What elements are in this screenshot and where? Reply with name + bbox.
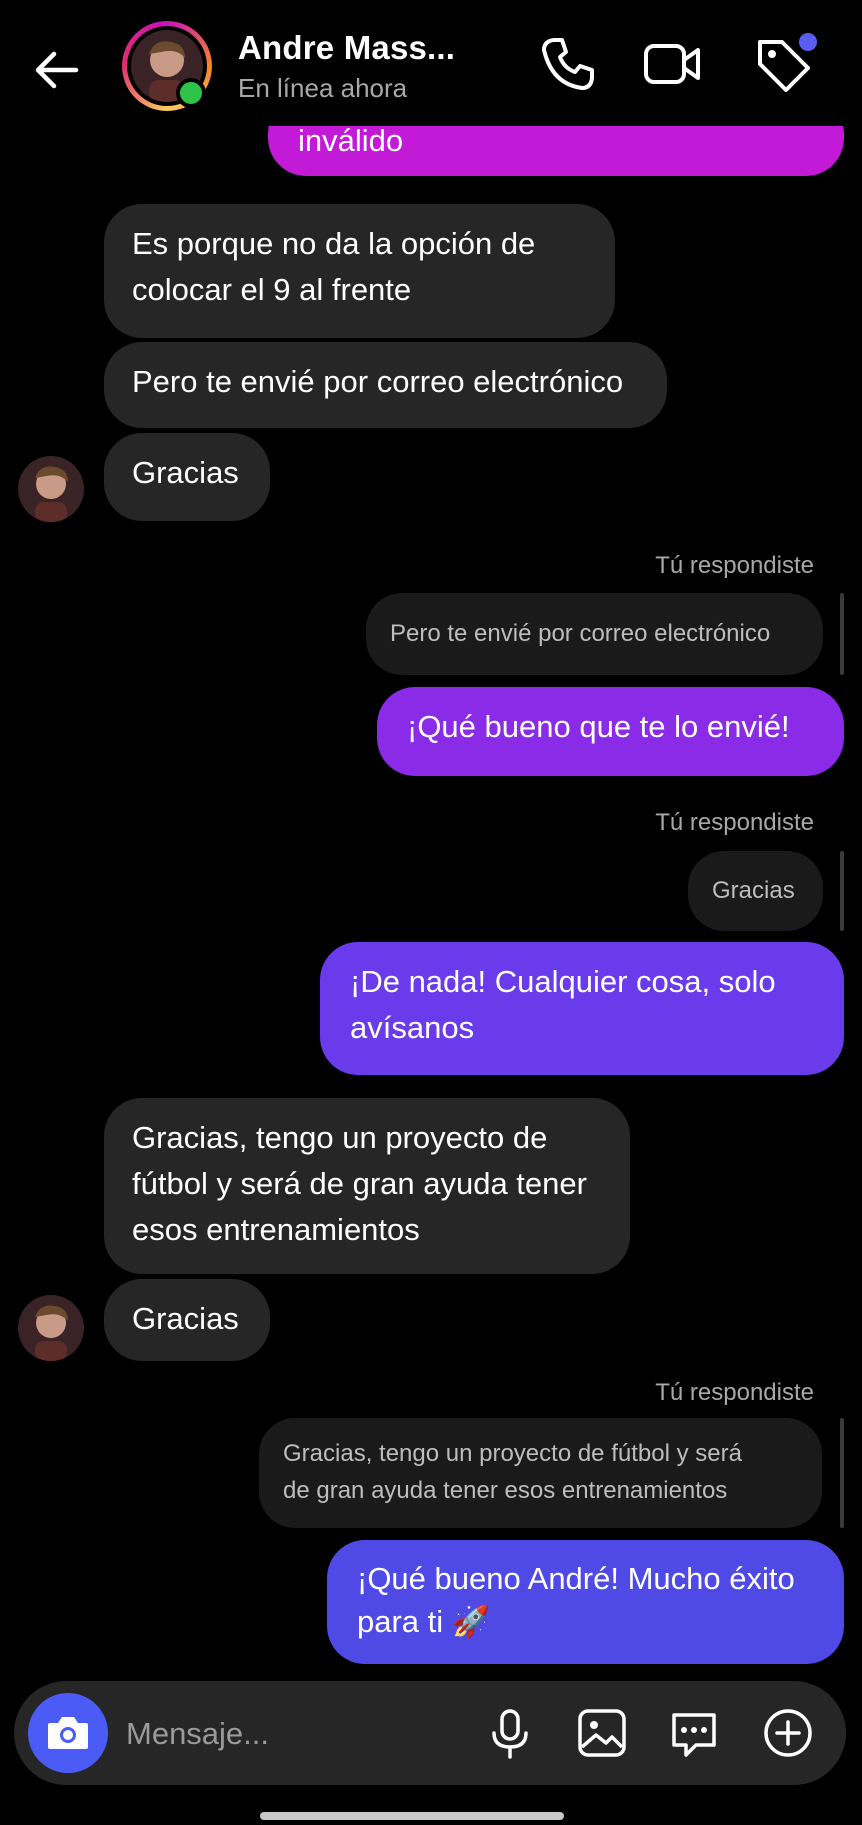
message-composer xyxy=(14,1681,846,1785)
message-text: para ti 🚀 xyxy=(357,1604,491,1639)
plus-circle-icon xyxy=(764,1709,812,1757)
message-text: esos entrenamientos xyxy=(132,1212,420,1247)
quote-text: Pero te envié por correo electrónico xyxy=(390,620,771,647)
incoming-message[interactable]: Gracias xyxy=(104,1279,270,1361)
quote-text: Gracias xyxy=(712,877,795,904)
video-call-button[interactable] xyxy=(640,32,704,96)
incoming-message[interactable]: Gracias, tengo un proyecto de fútbol y s… xyxy=(104,1098,630,1274)
outgoing-message[interactable]: ¡Qué bueno André! Mucho éxito para ti 🚀 xyxy=(327,1540,844,1664)
reply-label: Tú respondiste xyxy=(655,809,814,836)
message-text: Pero te envié por correo electrónico xyxy=(132,364,624,399)
message-input[interactable] xyxy=(124,1709,468,1759)
outgoing-message[interactable]: ¡Qué bueno que te lo envié! xyxy=(377,687,844,776)
contact-name[interactable]: Andre Mass... xyxy=(238,29,455,67)
message-text: Gracias xyxy=(132,455,239,490)
message-text: ¡Qué bueno André! Mucho éxito xyxy=(357,1561,795,1596)
camera-button[interactable] xyxy=(28,1693,108,1773)
message-text: ¡Qué bueno que te lo envié! xyxy=(407,709,790,744)
notification-dot xyxy=(799,33,817,51)
voice-message-button[interactable] xyxy=(482,1705,538,1761)
reply-indicator-bar xyxy=(840,851,844,931)
camera-icon xyxy=(48,1717,88,1749)
message-text: Es porque no da la opción de xyxy=(132,226,536,261)
message-text: colocar el 9 al frente xyxy=(132,272,412,307)
quote-text: de gran ayuda tener esos entrenamientos xyxy=(283,1477,728,1504)
sticker-button[interactable] xyxy=(666,1705,722,1761)
incoming-message[interactable]: Gracias xyxy=(104,433,270,521)
message-text: fútbol y será de gran ayuda tener xyxy=(132,1166,587,1201)
replied-quote[interactable]: Pero te envié por correo electrónico xyxy=(366,593,823,675)
quote-text: Gracias, tengo un proyecto de fútbol y s… xyxy=(283,1440,742,1467)
add-button[interactable] xyxy=(760,1705,816,1761)
message-text: Gracias, tengo un proyecto de xyxy=(132,1120,548,1155)
home-indicator[interactable] xyxy=(260,1812,564,1820)
back-button[interactable] xyxy=(28,40,88,100)
message-text: inválido xyxy=(298,123,404,158)
phone-icon xyxy=(542,38,594,90)
chat-bubble-icon xyxy=(672,1713,716,1757)
replied-quote[interactable]: Gracias xyxy=(688,851,823,931)
sender-avatar[interactable] xyxy=(18,1295,84,1361)
message-text: avísanos xyxy=(350,1010,475,1045)
image-icon xyxy=(578,1709,626,1757)
arrow-left-icon xyxy=(35,51,79,89)
chat-header: Andre Mass... En línea ahora xyxy=(0,0,862,126)
replied-quote[interactable]: Gracias, tengo un proyecto de fútbol y s… xyxy=(259,1418,822,1528)
video-camera-icon xyxy=(644,44,700,84)
online-status-text: En línea ahora xyxy=(238,73,408,103)
reply-label: Tú respondiste xyxy=(655,552,814,579)
reply-indicator-bar xyxy=(840,593,844,675)
outgoing-message[interactable]: ¡De nada! Cualquier cosa, solo avísanos xyxy=(320,942,844,1075)
reply-label: Tú respondiste xyxy=(655,1379,814,1406)
incoming-message[interactable]: Pero te envié por correo electrónico xyxy=(104,342,667,428)
gallery-button[interactable] xyxy=(574,1705,630,1761)
online-status-dot xyxy=(176,78,206,108)
voice-call-button[interactable] xyxy=(536,32,600,96)
message-text: ¡De nada! Cualquier cosa, solo xyxy=(350,964,776,999)
incoming-message[interactable]: Es porque no da la opción de colocar el … xyxy=(104,204,615,338)
microphone-icon xyxy=(492,1709,528,1759)
reply-indicator-bar xyxy=(840,1418,844,1528)
sender-avatar[interactable] xyxy=(18,456,84,522)
message-text: Gracias xyxy=(132,1301,239,1336)
